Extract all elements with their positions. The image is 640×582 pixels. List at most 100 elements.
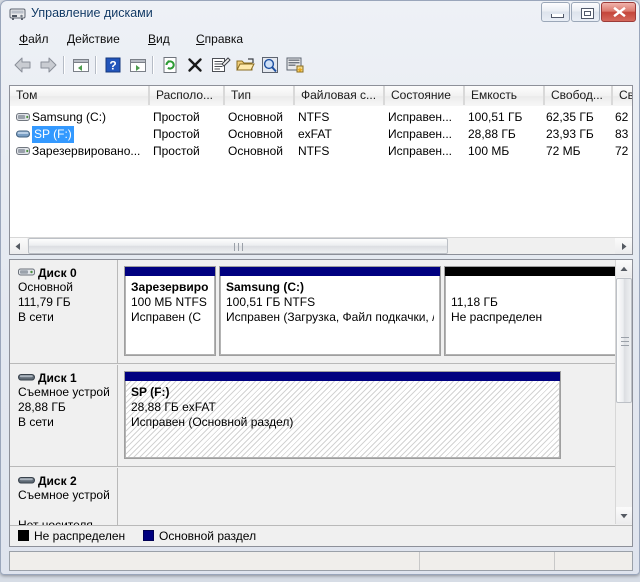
partition-system-reserved[interactable]: Зарезервиро 100 МБ NTFS Исправен (С [124,266,216,356]
disk-2-line1: Съемное устрой [18,488,110,502]
menu-file-label: айл [28,32,49,46]
status-pane-1 [10,552,420,570]
properties-icon[interactable] [209,54,231,76]
disk-2-header[interactable]: Диск 2 Съемное устрой Нет носителя [10,468,118,532]
disk-1-title-line: Диск 1 [18,371,112,385]
close-icon [613,6,626,18]
disk-0-title-line: Диск 0 [18,266,112,280]
legend-unallocated-swatch [18,530,29,541]
volume-layout: Простой [153,127,200,141]
partition-status: Исправен (Загрузка, Файл подкачки, / [226,310,434,324]
volume-type: Основной [228,144,284,158]
refresh-icon[interactable] [159,54,181,76]
partition-size-fs: 100 МБ NTFS [131,295,207,309]
legend-unallocated: Не распределен [18,529,125,544]
menu-action[interactable]: Действие [60,31,127,48]
partition-color-bar [125,372,560,381]
volume-percent: 83 [615,127,629,141]
table-row[interactable]: Samsung (C:) Простой Основной NTFS Испра… [10,109,632,126]
column-status[interactable]: Состояние [385,86,465,105]
menu-file[interactable]: Файл [12,31,56,48]
partition-color-bar [445,267,620,276]
column-layout[interactable]: Располо... [150,86,225,105]
rescan-disks-icon[interactable] [284,54,306,76]
partition-size-fs: 100,51 ГБ NTFS [226,295,316,309]
scroll-right-arrow-icon[interactable] [615,238,632,254]
partition-samsung-c[interactable]: Samsung (C:) 100,51 ГБ NTFS Исправен (За… [219,266,441,356]
partition-status: Исправен (С [131,310,202,324]
volume-name: Зарезервировано... [32,144,141,158]
partition-sp-f[interactable]: SP (F:) 28,88 ГБ exFAT Исправен (Основно… [124,371,561,459]
volume-list-horizontal-scrollbar[interactable] [10,237,632,254]
volume-free: 62,35 ГБ [546,110,594,124]
disk-2-row[interactable]: Диск 2 Съемное устрой Нет носителя [10,468,616,532]
partition-size-fs: 28,88 ГБ exFAT [131,400,216,414]
scroll-left-arrow-icon[interactable] [10,238,27,254]
volume-name: SP (F:) [32,126,74,143]
column-free-space[interactable]: Свобод... [545,86,613,105]
column-capacity[interactable]: Емкость [465,86,545,105]
volume-filesystem: NTFS [298,144,330,158]
hard-disk-volume-icon [16,145,30,157]
disk-1-row[interactable]: Диск 1 Съемное устрой 28,88 ГБ В сети SP… [10,365,616,467]
show-hide-console-tree-icon[interactable] [127,54,149,76]
disk-0-title: Диск 0 [38,266,77,280]
removable-disk-icon [18,475,35,486]
explore-icon[interactable] [259,54,281,76]
column-volume[interactable]: Том [10,86,150,105]
disk-graphical-pane: Диск 0 Основной 111,79 ГБ В сети Зарезер… [9,259,633,547]
partition-label: SP (F:) [131,385,170,399]
disk-2-title: Диск 2 [38,474,77,488]
disk-management-icon [9,6,26,22]
column-filesystem[interactable]: Файловая с... [295,86,385,105]
close-button[interactable] [601,2,636,22]
volume-percent: 62 [615,110,629,124]
status-pane-3 [555,552,632,570]
up-one-level-icon[interactable] [70,54,92,76]
column-percent-free[interactable]: Св [613,86,632,105]
delete-icon[interactable] [184,54,206,76]
volume-free: 23,93 ГБ [546,127,594,141]
forward-icon[interactable] [37,54,59,76]
partition-unallocated[interactable]: 11,18 ГБ Не распределен [444,266,621,356]
horizontal-scroll-thumb[interactable] [28,238,448,254]
disk-pane-vertical-scrollbar[interactable] [615,260,632,524]
minimize-button[interactable] [541,2,570,22]
scroll-up-arrow-icon[interactable] [616,260,632,277]
partition-status: Исправен (Основной раздел) [131,415,294,429]
menu-help[interactable]: Справка [189,31,250,48]
partition-size-fs: 11,18 ГБ [451,295,498,309]
disk-0-header[interactable]: Диск 0 Основной 111,79 ГБ В сети [10,260,118,363]
volume-layout: Простой [153,144,200,158]
disk-0-row[interactable]: Диск 0 Основной 111,79 ГБ В сети Зарезер… [10,260,621,364]
volume-list-header: Том Располо... Тип Файловая с... Состоян… [10,86,632,107]
vertical-scroll-thumb[interactable] [616,278,632,403]
volume-capacity: 100,51 ГБ [468,110,523,124]
menu-view[interactable]: Вид [141,31,177,48]
disk-0-line2: 111,79 ГБ [18,295,71,309]
scroll-down-arrow-icon[interactable] [616,507,632,524]
disk-1-header[interactable]: Диск 1 Съемное устрой 28,88 ГБ В сети [10,365,118,466]
column-type[interactable]: Тип [225,86,295,105]
menu-action-label: ействие [75,32,120,46]
svg-text:?: ? [109,59,116,73]
maximize-button[interactable] [571,2,600,22]
volume-layout: Простой [153,110,200,124]
disk-management-window: Управление дисками Файл Действие Вид Спр… [0,0,640,575]
menu-view-label: ид [156,32,170,46]
legend-primary-partition: Основной раздел [143,529,256,544]
legend-unallocated-label: Не распределен [34,529,126,543]
table-row[interactable]: SP (F:) Простой Основной exFAT Исправен.… [10,126,632,143]
title-bar[interactable]: Управление дисками [1,1,639,28]
volume-status: Исправен... [388,127,453,141]
removable-volume-icon [16,128,30,140]
disk-0-line1: Основной [18,280,74,294]
back-icon[interactable] [12,54,34,76]
help-icon[interactable]: ? [102,54,124,76]
partition-label: Зарезервиро [131,280,209,294]
open-folder-icon[interactable] [234,54,256,76]
scroll-thumb-grip [234,243,243,251]
disk-1-line3: В сети [18,415,54,429]
menu-bar: Файл Действие Вид Справка [4,29,638,50]
table-row[interactable]: Зарезервировано... Простой Основной NTFS… [10,143,632,160]
